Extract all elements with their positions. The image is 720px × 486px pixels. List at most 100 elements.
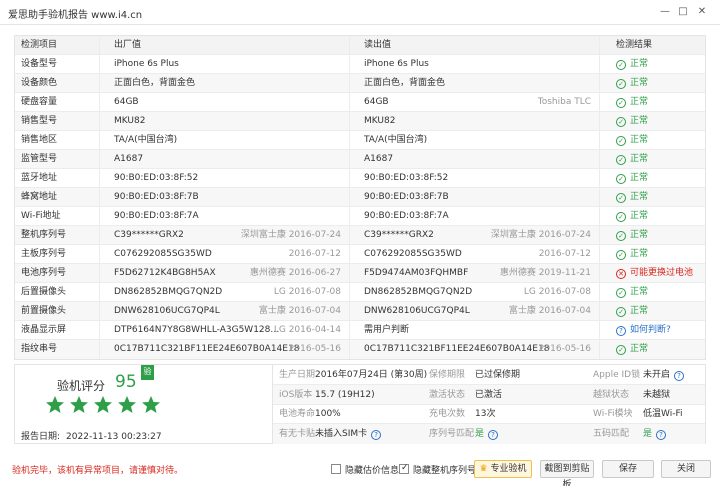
factory-note: LG 2016-07-08 bbox=[273, 287, 341, 297]
row-item-name: 设备颜色 bbox=[21, 78, 58, 88]
table-row: 设备型号 iPhone 6s Plus iPhone 6s Plus ✓ 正常 bbox=[15, 55, 705, 74]
result-cell: ✓ 正常 bbox=[599, 340, 706, 359]
report-date-value: 2022-11-13 00:23:27 bbox=[66, 432, 162, 442]
info-label: Wi-Fi模块 bbox=[593, 409, 633, 419]
result-cell: ✓ 正常 bbox=[599, 169, 706, 188]
read-value-cell: DN862852BMQG7QN2D LG 2016-07-08 bbox=[349, 283, 597, 302]
result-text: 正常 bbox=[630, 344, 649, 354]
check-circle-icon: ✓ bbox=[616, 288, 626, 298]
star-icon bbox=[142, 396, 160, 413]
header-read: 读出值 bbox=[349, 36, 597, 55]
help-icon[interactable]: ? bbox=[488, 429, 499, 440]
factory-value: 90:B0:ED:03:8F:7A bbox=[114, 211, 199, 221]
factory-value-cell: 正面白色，背面金色 bbox=[99, 74, 347, 93]
info-value-text: 已激活 bbox=[475, 389, 503, 400]
hide-serial-label[interactable]: 隐藏整机序列号 bbox=[413, 463, 476, 476]
result-text: 正常 bbox=[630, 154, 649, 164]
result-text: 正常 bbox=[630, 116, 649, 126]
check-circle-icon: ✓ bbox=[616, 193, 626, 203]
help-icon[interactable]: ? bbox=[656, 429, 667, 440]
maximize-icon[interactable]: □ bbox=[673, 3, 693, 21]
check-circle-icon: ✓ bbox=[616, 250, 626, 260]
read-value: MKU82 bbox=[364, 116, 396, 126]
result-cell: ✓ 正常 bbox=[599, 207, 706, 226]
result-text: 正常 bbox=[630, 97, 649, 107]
read-note: 2016-05-16 bbox=[538, 344, 591, 354]
result-cell[interactable]: ? 如何判断? bbox=[599, 321, 706, 340]
error-circle-icon: ✕ bbox=[616, 269, 626, 279]
info-value-text: 未插入SIM卡 bbox=[315, 428, 368, 439]
info-value: 未越狱 bbox=[643, 385, 670, 405]
info-value: 是? bbox=[475, 424, 499, 444]
close-icon[interactable]: ✕ bbox=[692, 3, 712, 21]
close-button[interactable]: 关闭 bbox=[661, 460, 711, 478]
result-text: 正常 bbox=[630, 249, 649, 259]
info-value-text: 13次 bbox=[475, 409, 496, 419]
read-value-cell: MKU82 bbox=[349, 112, 597, 131]
read-value-cell: TA/A(中国台湾) bbox=[349, 131, 597, 150]
save-button[interactable]: 保存 bbox=[602, 460, 654, 478]
info-label: 电池寿命 bbox=[279, 409, 316, 419]
info-label: 激活状态 bbox=[429, 389, 466, 400]
table-row: Wi-Fi地址 90:B0:ED:03:8F:7A 90:B0:ED:03:8F:7… bbox=[15, 207, 705, 226]
table-row: 后置摄像头 DN862852BMQG7QN2D LG 2016-07-08 DN862… bbox=[15, 283, 705, 302]
pro-inspection-button[interactable]: ♛ 专业验机 bbox=[474, 460, 532, 478]
table-row: 销售型号 MKU82 MKU82 ✓ 正常 bbox=[15, 112, 705, 131]
info-label: 有无卡贴 bbox=[279, 428, 316, 439]
info-label: 序列号匹配 bbox=[429, 428, 475, 439]
screenshot-button[interactable]: 截图到剪贴板 bbox=[540, 460, 594, 486]
check-circle-icon: ✓ bbox=[616, 212, 626, 222]
result-text: 正常 bbox=[630, 211, 649, 221]
hide-price-checkbox[interactable] bbox=[331, 464, 341, 474]
info-value-text: 是 bbox=[643, 428, 653, 439]
factory-value-cell: DNW628106UCG7QP4L 富士康 2016-07-04 bbox=[99, 302, 347, 321]
result-text: 可能更换过电池 bbox=[630, 268, 694, 278]
minimize-icon[interactable]: — bbox=[655, 3, 675, 21]
read-value-cell: 需用户判断 bbox=[349, 321, 597, 340]
info-value: 2016年07月24日 (第30周) bbox=[315, 365, 427, 385]
score-value: 95 bbox=[115, 372, 137, 392]
table-row: 监管型号 A1687 A1687 ✓ 正常 bbox=[15, 150, 705, 169]
read-value-cell: DNW628106UCG7QP4L 富士康 2016-07-04 bbox=[349, 302, 597, 321]
crown-icon: ♛ bbox=[479, 464, 488, 474]
score-label: 验机评分 bbox=[57, 379, 106, 393]
factory-value-cell: A1687 bbox=[99, 150, 347, 169]
table-row: 主板序列号 C076292085SG35WD 2016-07-12 C07629208… bbox=[15, 245, 705, 264]
table-row: 前置摄像头 DNW628106UCG7QP4L 富士康 2016-07-04 DNW6… bbox=[15, 302, 705, 321]
result-cell: ✓ 正常 bbox=[599, 93, 706, 112]
table-row: 蜂窝地址 90:B0:ED:03:8F:7B 90:B0:ED:03:8F:7B ✓ 正… bbox=[15, 188, 705, 207]
factory-value: C076292085SG35WD bbox=[114, 249, 212, 259]
header-result: 检测结果 bbox=[599, 36, 706, 55]
how-to-judge-link[interactable]: 如何判断? bbox=[630, 325, 671, 335]
row-item-name: 监管型号 bbox=[21, 154, 58, 164]
factory-note: 深圳富士康 2016-07-24 bbox=[240, 230, 341, 240]
hide-price-label[interactable]: 隐藏估价信息 bbox=[345, 463, 399, 476]
table-header: 检测项目 出厂值 读出值 检测结果 bbox=[15, 36, 705, 55]
hide-serial-checkbox[interactable] bbox=[399, 463, 409, 474]
read-value: 64GB bbox=[364, 97, 389, 107]
read-value: 需用户判断 bbox=[364, 325, 410, 335]
read-value: DN862852BMQG7QN2D bbox=[364, 287, 473, 297]
row-item-name: 后置摄像头 bbox=[21, 287, 67, 297]
row-item-name: 蜂窝地址 bbox=[21, 192, 58, 202]
read-value-cell: 90:B0:ED:03:8F:7B bbox=[349, 188, 597, 207]
result-cell: ✓ 正常 bbox=[599, 226, 706, 245]
row-item-name: 主板序列号 bbox=[21, 249, 67, 259]
factory-value: TA/A(中国台湾) bbox=[114, 135, 178, 145]
result-cell: ✓ 正常 bbox=[599, 55, 706, 74]
factory-value: F5D62712K4BG8H5AX bbox=[114, 268, 216, 278]
result-text: 正常 bbox=[630, 192, 649, 202]
factory-value: 0C17B711C321BF11EE24E607B0A14E18 bbox=[114, 344, 300, 354]
info-label: 五码匹配 bbox=[593, 428, 630, 439]
info-value-text: 已过保修期 bbox=[475, 370, 521, 380]
table-row: 硬盘容量 64GB 64GB Toshiba TLC ✓ 正常 bbox=[15, 93, 705, 112]
help-icon[interactable]: ? bbox=[674, 371, 685, 381]
result-text: 正常 bbox=[630, 230, 649, 240]
row-item-name: 销售地区 bbox=[21, 135, 58, 145]
info-value-text: 15.7 (19H12) bbox=[315, 389, 375, 400]
factory-value: 90:B0:ED:03:8F:7B bbox=[114, 192, 199, 202]
factory-value-cell: 0C17B711C321BF11EE24E607B0A14E18 2016-05-… bbox=[99, 340, 347, 359]
row-item-name: 指纹串号 bbox=[21, 344, 58, 354]
read-value-cell: C39******GRX2 深圳富士康 2016-07-24 bbox=[349, 226, 597, 245]
help-icon[interactable]: ? bbox=[371, 429, 382, 440]
